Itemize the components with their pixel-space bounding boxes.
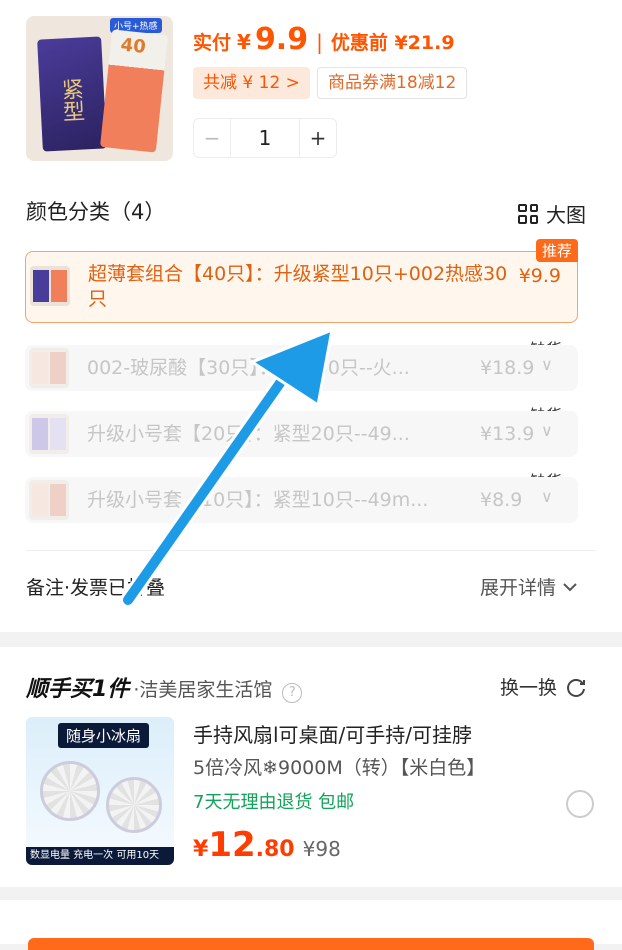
remark-invoice-label: 备注·发票已折叠: [26, 577, 166, 599]
price-label: 实付: [193, 32, 232, 54]
big-view-toggle[interactable]: 大图: [518, 199, 586, 228]
quantity-value[interactable]: 1: [230, 119, 300, 157]
price-separator: |: [316, 30, 323, 54]
submit-button-edge[interactable]: [28, 938, 594, 950]
variant-section-title: 颜色分类（4）: [26, 200, 166, 224]
fan-thumb-title: 随身小冰扇: [58, 723, 150, 748]
thumb-num: 40: [119, 34, 147, 58]
price-currency: ¥: [237, 30, 251, 54]
addon-price-currency: ¥: [193, 837, 209, 862]
addon-price-int: 12: [208, 825, 256, 865]
expand-label: 展开详情: [480, 577, 557, 599]
variant-thumbnail: [30, 266, 70, 306]
expand-details-button[interactable]: 展开详情: [480, 573, 578, 600]
help-icon[interactable]: ?: [282, 683, 303, 703]
addon-product-thumbnail[interactable]: 随身小冰扇 数显电量 充电一次 可用10天: [26, 717, 174, 865]
swap-label: 换一换: [500, 677, 558, 699]
price-before-discount: 优惠前 ¥21.9: [330, 32, 455, 54]
addon-shop-name[interactable]: ·洁美居家生活馆: [133, 675, 272, 702]
fan-head-image: [40, 761, 100, 821]
variant-option[interactable]: 002-玻尿酸【30只】：热感30只--火... ¥18.9 ∨: [25, 345, 578, 391]
addon-price: ¥ 12 .80 ¥98: [193, 825, 341, 865]
product-box-purple: 紧型: [37, 36, 107, 152]
price-line: 实付 ¥ 9.9 | 优惠前 ¥21.9: [193, 22, 455, 58]
chevron-down-icon[interactable]: ∨: [541, 487, 553, 506]
chevron-down-icon[interactable]: ∨: [541, 421, 553, 440]
addon-select-radio[interactable]: [566, 790, 594, 818]
addon-product-name[interactable]: 手持风扇l可桌面/可手持/可挂脖: [193, 719, 472, 748]
variant-name: 超薄套组合【40只】：升级紧型10只+002热感30只: [88, 263, 508, 310]
divider: [26, 550, 596, 551]
variant-thumbnail: [29, 414, 69, 454]
addon-product-spec: 5倍冷风❄9000M（转）【米白色】: [193, 757, 486, 779]
big-view-label: 大图: [546, 203, 586, 227]
refresh-icon: [567, 678, 586, 697]
variant-price: ¥13.9: [480, 423, 535, 445]
variant-price: ¥8.9: [480, 489, 523, 511]
variant-option[interactable]: 升级小号套【10只】：紧型10只--49m... ¥8.9 ∨: [25, 477, 578, 523]
variant-name: 002-玻尿酸【30只】：热感30只--火...: [87, 357, 410, 379]
addon-original-price: ¥98: [302, 837, 341, 861]
variant-thumbnail: [29, 348, 69, 388]
fan-head-image: [106, 777, 162, 833]
addon-price-decimal: .80: [255, 837, 295, 862]
variant-price: ¥9.9: [518, 265, 561, 287]
addon-card: 顺手买1件 ·洁美居家生活馆 ? 换一换 随身小冰扇 数显电量 充电一次 可用1…: [0, 647, 622, 887]
grid-icon: [518, 203, 538, 224]
thumb-text: 紧型: [57, 77, 85, 123]
variant-name: 升级小号套【10只】：紧型10只--49m...: [87, 489, 429, 511]
variant-name: 升级小号套【20只】：紧型20只--49...: [87, 423, 410, 445]
variant-option[interactable]: 升级小号套【20只】：紧型20只--49... ¥13.9 ∨: [25, 411, 578, 457]
recommend-badge: 推荐: [535, 239, 578, 262]
increase-button[interactable]: +: [300, 119, 336, 157]
fan-thumb-footer: 数显电量 充电一次 可用10天: [26, 847, 174, 865]
swap-button[interactable]: 换一换: [500, 673, 587, 700]
chevron-down-icon: [563, 582, 577, 591]
addon-title: 顺手买1件: [26, 677, 130, 702]
product-thumbnail[interactable]: 小号+热感 紧型 40: [26, 16, 173, 161]
addon-service-tags: 7天无理由退货 包邮: [193, 792, 355, 813]
discount-tag[interactable]: 共减 ¥ 12 >: [193, 67, 310, 99]
variant-thumbnail: [29, 480, 69, 520]
variant-price: ¥18.9: [480, 357, 535, 379]
addon-header: 顺手买1件 ·洁美居家生活馆 ?: [26, 671, 303, 703]
product-box-orange: 40: [99, 29, 169, 153]
order-item-card: 小号+热感 紧型 40 实付 ¥ 9.9 | 优惠前 ¥21.9 共减 ¥ 12…: [0, 0, 622, 632]
variant-option-selected[interactable]: 超薄套组合【40只】：升级紧型10只+002热感30只 ¥9.9 推荐: [25, 239, 578, 323]
quantity-stepper: − 1 +: [193, 118, 337, 158]
coupon-tag[interactable]: 商品券满18减12: [317, 67, 468, 99]
price-value: 9.9: [254, 22, 309, 57]
decrease-button[interactable]: −: [194, 119, 230, 157]
chevron-down-icon[interactable]: ∨: [541, 355, 553, 374]
